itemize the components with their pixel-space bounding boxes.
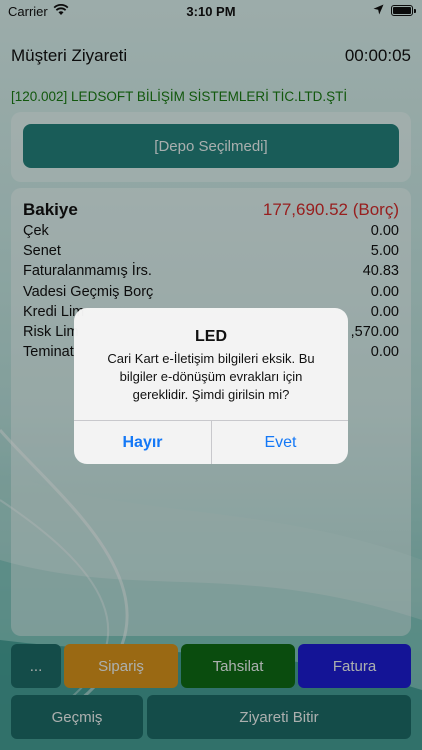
alert-cancel-button[interactable]: Hayır xyxy=(74,421,211,464)
alert-confirm-button[interactable]: Evet xyxy=(212,421,348,464)
alert-message: Cari Kart e-İletişim bilgileri eksik. Bu… xyxy=(107,351,315,402)
alert-dialog: LED Cari Kart e-İletişim bilgileri eksik… xyxy=(74,308,348,464)
alert-title: LED xyxy=(195,328,227,345)
